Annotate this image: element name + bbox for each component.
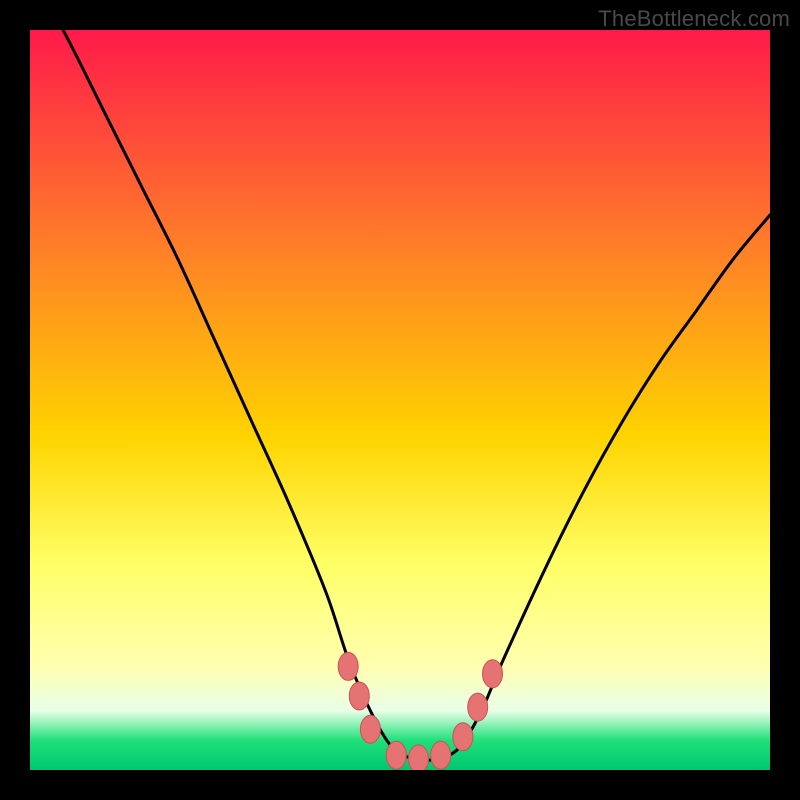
chart-frame: TheBottleneck.com — [0, 0, 800, 800]
curve-marker — [468, 693, 488, 721]
curve-marker — [431, 741, 451, 769]
plot-area — [30, 30, 770, 770]
watermark-label: TheBottleneck.com — [598, 6, 790, 32]
curve-marker — [349, 682, 369, 710]
curve-marker — [386, 741, 406, 769]
curve-marker — [338, 652, 358, 680]
chart-svg — [30, 30, 770, 770]
curve-marker — [360, 715, 380, 743]
curve-marker — [453, 723, 473, 751]
curve-marker — [483, 660, 503, 688]
curve-marker — [409, 745, 429, 770]
gradient-background — [30, 30, 770, 770]
